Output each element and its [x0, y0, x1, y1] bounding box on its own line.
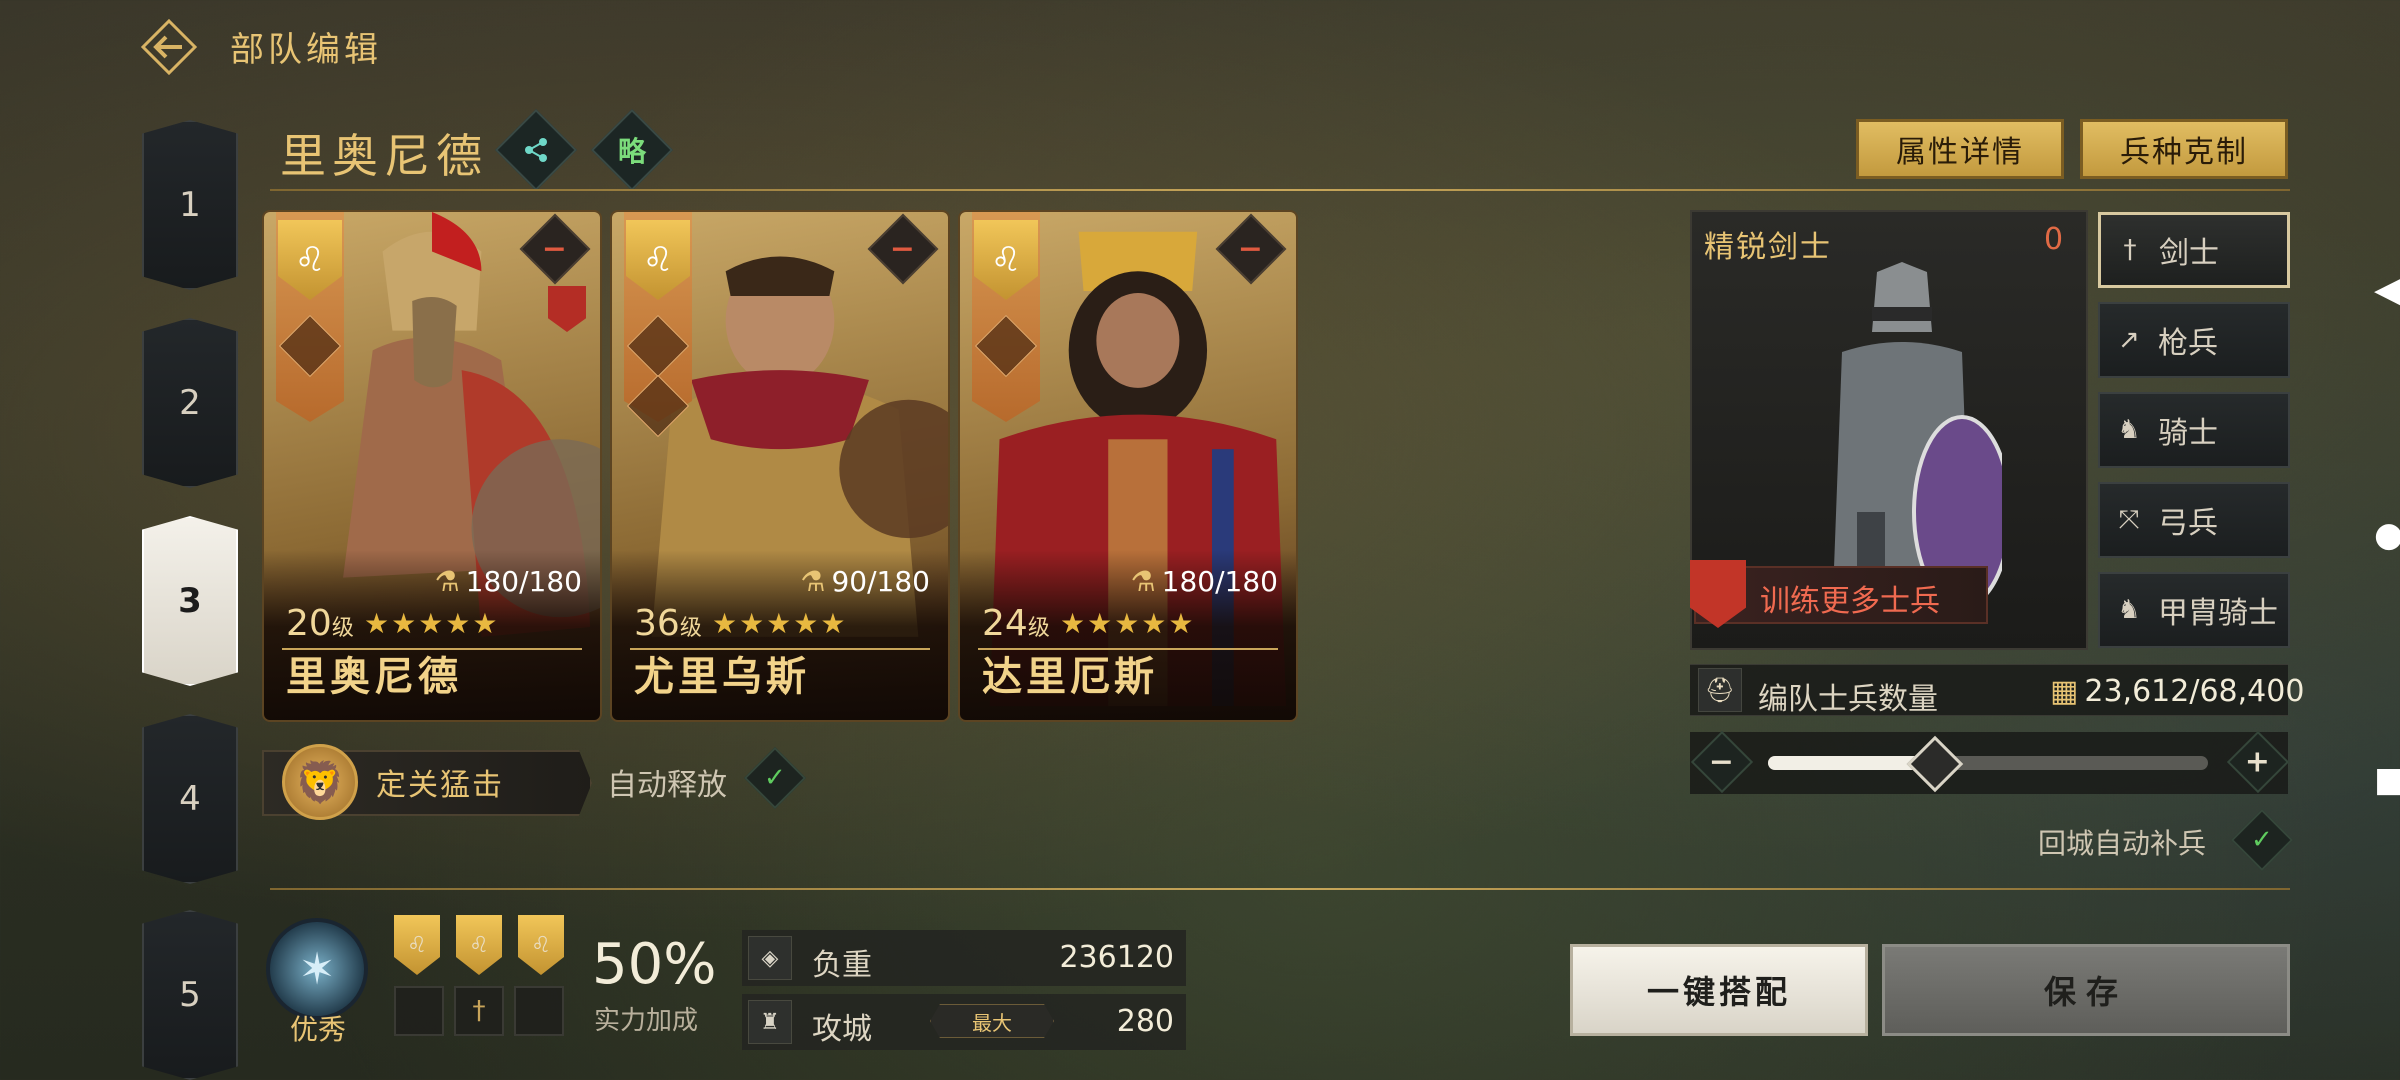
sword-slot-icon: †	[454, 986, 504, 1036]
nav-home-icon[interactable]: ●	[2374, 515, 2400, 555]
flask-icon: ⚗	[800, 565, 826, 598]
power-label: 实力加成	[594, 1006, 699, 1036]
strategy-button[interactable]: 略	[590, 108, 674, 192]
unit-tab-label: 弓兵	[2158, 506, 2218, 541]
plus-icon: +	[2245, 744, 2271, 780]
empty-slot	[394, 986, 444, 1036]
unit-tab-label: 剑士	[2159, 236, 2219, 271]
hero-stars: ★★★★★	[364, 607, 500, 640]
siege-label: 攻城	[812, 1012, 872, 1047]
divider	[270, 189, 2290, 191]
lion-crest-icon: ♌	[456, 915, 502, 975]
flask-icon: ⚗	[434, 565, 460, 598]
auto-release-label: 自动释放	[607, 768, 727, 803]
rank-label: 优秀	[290, 1013, 347, 1046]
hero-level: 24	[982, 603, 1028, 644]
hero-card[interactable]: ♌ − ⚗ 180/180 24级 ★★★★★ 达里厄斯	[958, 210, 1298, 722]
unit-tab-archer[interactable]: ⤧ 弓兵	[2098, 482, 2290, 558]
soldier-count: 0	[2044, 222, 2064, 257]
back-arrow-icon	[140, 18, 198, 76]
empty-slot	[514, 986, 564, 1036]
hero-card[interactable]: ♌ − ⚗ 90/180 36级 ★★★★★ 尤里乌斯	[610, 210, 950, 722]
hero-card[interactable]: ♌ − ⚗ 180/180 20级 ★★★★★ 里奥尼德	[262, 210, 602, 722]
hero-troops: 180/180	[1161, 565, 1278, 598]
tab-4[interactable]: 4	[142, 714, 238, 884]
check-icon: ✓	[2251, 824, 2273, 855]
hero-stars: ★★★★★	[1060, 607, 1196, 640]
soldier-title: 精锐剑士	[1704, 230, 1832, 265]
tab-1[interactable]: 1	[142, 120, 238, 290]
hero-level: 36	[634, 603, 680, 644]
unit-tab-label: 枪兵	[2158, 326, 2218, 361]
layers-icon: ◈	[748, 936, 792, 980]
strategy-label: 略	[617, 134, 647, 168]
tower-icon: ♜	[748, 1000, 792, 1044]
level-suffix: 级	[331, 616, 354, 641]
unit-tab-label: 骑士	[2158, 416, 2218, 451]
calculator-icon: ▦	[2050, 674, 2079, 709]
horse-icon: ♞	[2117, 415, 2141, 445]
auto-release-toggle[interactable]: ✓	[743, 746, 807, 810]
max-badge: 最大	[930, 1004, 1054, 1038]
formation-count-label: 编队士兵数量	[1758, 682, 1938, 717]
share-icon	[525, 138, 547, 162]
check-icon: ✓	[764, 762, 786, 793]
unit-tab-swordsman[interactable]: † 剑士	[2098, 212, 2290, 288]
hero-troops: 180/180	[465, 565, 582, 598]
level-suffix: 级	[679, 616, 702, 641]
horse-icon: ♞	[2117, 595, 2141, 625]
unit-tab-knight[interactable]: ♞ 骑士	[2098, 392, 2290, 468]
hero-level: 20	[286, 603, 332, 644]
load-value: 236120	[1059, 940, 1174, 975]
formation-count-value: 23,612/68,400	[2084, 674, 2305, 709]
minus-icon: −	[542, 231, 568, 267]
unit-tab-label: 甲胄骑士	[2158, 596, 2278, 631]
tab-5[interactable]: 5	[142, 910, 238, 1080]
minus-icon: −	[1238, 231, 1264, 267]
level-suffix: 级	[1027, 616, 1050, 641]
auto-match-button[interactable]: 一键搭配	[1570, 944, 1868, 1036]
tab-3[interactable]: 3	[142, 516, 238, 686]
nav-recents-icon[interactable]: ■	[2374, 760, 2400, 800]
auto-refill-label: 回城自动补兵	[2038, 827, 2207, 860]
team-name: 里奥尼德	[280, 129, 488, 183]
skill-name: 定关猛击	[376, 768, 504, 803]
train-more-label: 训练更多士兵	[1760, 584, 1940, 619]
back-button[interactable]	[140, 18, 198, 76]
spear-icon: ↗	[2118, 325, 2140, 355]
page-title: 部队编辑	[230, 30, 382, 70]
hero-name: 达里厄斯	[982, 654, 1158, 700]
nav-back-icon[interactable]: ◀	[2374, 270, 2400, 310]
share-button[interactable]	[494, 108, 578, 192]
lion-crest-icon: ♌	[518, 915, 564, 975]
divider	[270, 888, 2290, 890]
bow-icon: ⤧	[2118, 504, 2140, 535]
sword-icon: †	[2123, 235, 2137, 265]
rank-emblem-icon[interactable]: ✶	[266, 918, 368, 1020]
hero-name: 尤里乌斯	[634, 654, 810, 700]
hero-name: 里奥尼德	[286, 654, 462, 700]
helmet-icon: ⛑	[1698, 668, 1742, 712]
load-label: 负重	[812, 948, 872, 983]
auto-refill-toggle[interactable]: ✓	[2230, 808, 2294, 872]
unit-tab-spearman[interactable]: ↗ 枪兵	[2098, 302, 2290, 378]
hero-troops: 90/180	[831, 565, 930, 598]
minus-icon: −	[890, 231, 916, 267]
hero-stars: ★★★★★	[712, 607, 848, 640]
lion-skill-icon[interactable]: 🦁	[282, 744, 358, 820]
save-button[interactable]: 保存	[1882, 944, 2290, 1036]
lion-crest-icon: ♌	[394, 915, 440, 975]
minus-icon: −	[1709, 744, 1735, 780]
unit-counter-button[interactable]: 兵种克制	[2080, 119, 2288, 179]
tab-2[interactable]: 2	[142, 318, 238, 488]
flask-icon: ⚗	[1130, 565, 1156, 598]
attribute-details-button[interactable]: 属性详情	[1856, 119, 2064, 179]
unit-tab-cataphract[interactable]: ♞ 甲胄骑士	[2098, 572, 2290, 648]
power-percent: 50%	[592, 932, 717, 997]
siege-value: 280	[1116, 1004, 1174, 1039]
